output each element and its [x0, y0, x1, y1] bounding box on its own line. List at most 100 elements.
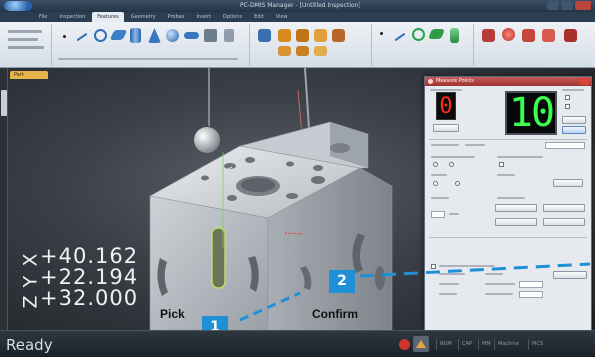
undo-button[interactable] [495, 218, 537, 226]
clear-value-field[interactable] [519, 291, 543, 298]
slot-tool-icon[interactable] [184, 32, 199, 39]
ribbon-group-construct [252, 24, 372, 66]
dro-row-x: X +40.162 [19, 244, 139, 268]
align-icon[interactable] [278, 29, 291, 42]
status-cell: MM [478, 339, 494, 350]
tab-options[interactable]: Options [218, 12, 247, 22]
hits-total-display: 10 [505, 91, 557, 135]
tolerance-icon[interactable] [314, 29, 327, 42]
hits-taken-display: 0 [436, 92, 456, 120]
stop-icon[interactable] [399, 339, 410, 350]
dro-row-y: Y +22.194 [19, 265, 139, 289]
comp-off-radio[interactable] [449, 162, 454, 167]
forward-button[interactable] [562, 116, 586, 124]
ribbon-group-features [54, 24, 250, 66]
next-button[interactable] [562, 126, 586, 134]
dimension-icon[interactable] [296, 29, 309, 42]
sphere-tool-icon[interactable] [166, 29, 179, 42]
hits-counter-label [562, 89, 584, 91]
callout-label-confirm: Confirm [312, 307, 358, 321]
plane-option-checkbox[interactable] [499, 162, 504, 167]
tab-geometry[interactable]: Geometry [126, 12, 161, 22]
clear-button[interactable] [543, 218, 585, 226]
status-cell: NUM [436, 339, 455, 350]
hit-option-checkbox[interactable] [565, 95, 570, 100]
probe-options-button[interactable] [553, 179, 583, 187]
type-scale-radio[interactable] [455, 181, 460, 186]
datum-icon[interactable] [278, 46, 291, 56]
erase-hit-button[interactable] [433, 124, 459, 132]
window-controls [547, 1, 591, 11]
title-bar: PC-DMIS Manager - [Untitled Inspection] [0, 0, 595, 12]
dialog-app-icon [428, 79, 433, 84]
more-features-icon[interactable] [224, 29, 234, 42]
close-window-button[interactable] [575, 1, 591, 10]
relative-measurement-checkbox[interactable] [431, 264, 436, 269]
tab-features[interactable]: Features [92, 12, 124, 22]
cancel-button[interactable] [543, 204, 585, 212]
depth-field[interactable] [431, 211, 445, 218]
calibrate-icon[interactable] [522, 29, 535, 42]
dro-axis-label: X [19, 253, 42, 267]
point-tool-icon[interactable] [63, 35, 66, 38]
ribbon-tab-bar: File Inspection Features Geometry Probes… [0, 12, 595, 22]
status-cell: CAP [458, 339, 475, 350]
circle-tool-icon[interactable] [94, 29, 107, 42]
done-button[interactable] [495, 204, 537, 212]
tab-inspection[interactable]: Inspection [54, 12, 90, 22]
measure-options-button[interactable] [553, 271, 587, 279]
dro-axis-label: Z [19, 295, 42, 309]
auto-cylinder-icon[interactable] [450, 28, 459, 43]
tab-insert[interactable]: Insert [191, 12, 215, 22]
window-title: PC-DMIS Manager - [Untitled Inspection] [240, 2, 360, 9]
line-tool-icon[interactable] [76, 32, 88, 42]
plane-tool-icon[interactable] [109, 30, 128, 40]
cone-tool-icon[interactable] [148, 28, 161, 43]
probe-change-icon[interactable] [542, 29, 555, 42]
dro-y-value: +22.194 [40, 265, 139, 289]
probe-settings-icon[interactable] [564, 29, 577, 42]
comp-on-radio[interactable] [433, 162, 438, 167]
maximize-button[interactable] [561, 1, 573, 10]
feature-name-field[interactable] [545, 142, 585, 149]
dialog-title: Measure Points [436, 78, 474, 84]
callout-number-2: 2 [329, 270, 355, 293]
auto-circle-icon[interactable] [412, 28, 425, 41]
status-cell: Machine [494, 339, 522, 350]
coordinate-readout: X +40.162 Y +22.194 Z +32.000 [19, 244, 139, 310]
auto-line-icon[interactable] [394, 32, 406, 42]
offset-icon[interactable] [296, 46, 309, 56]
position-icon[interactable] [314, 46, 327, 56]
probe-status-icon[interactable] [413, 336, 429, 352]
cylinder-tool-icon[interactable] [130, 28, 141, 43]
ribbon-group-probe [476, 24, 592, 66]
dro-z-value: +32.000 [40, 286, 139, 310]
tab-file[interactable]: File [34, 12, 52, 22]
contour-tool-icon[interactable] [204, 29, 217, 42]
report-icon[interactable] [332, 29, 345, 42]
dro-x-value: +40.162 [40, 244, 139, 268]
hit-option-checkbox[interactable] [565, 104, 570, 109]
dialog-title-bar[interactable]: Measure Points [425, 77, 591, 86]
construct-icon[interactable] [258, 29, 271, 42]
measure-dialog: Measure Points 0 10 [424, 76, 592, 331]
auto-point-icon[interactable] [380, 32, 383, 35]
auto-plane-icon[interactable] [428, 29, 445, 39]
status-bar: Ready NUM CAP MM Machine MCS [0, 330, 595, 357]
dialog-close-button[interactable] [580, 78, 589, 85]
minimize-button[interactable] [547, 1, 559, 10]
app-menu-button[interactable] [4, 1, 32, 11]
tab-edit[interactable]: Edit [249, 12, 269, 22]
probe-tip-icon[interactable] [502, 28, 515, 41]
status-text: Ready [6, 336, 53, 354]
type-normal-radio[interactable] [433, 181, 438, 186]
hits-label [430, 89, 462, 91]
ribbon-group-settings [4, 24, 52, 66]
tab-probes[interactable]: Probes [163, 12, 190, 22]
status-cell: MCS [528, 339, 546, 350]
probe-icon[interactable] [482, 29, 495, 42]
callout-label-pick: Pick [160, 307, 185, 321]
tab-view[interactable]: View [271, 12, 293, 22]
start-value-field[interactable] [519, 281, 543, 288]
dro-axis-label: Y [19, 275, 42, 288]
